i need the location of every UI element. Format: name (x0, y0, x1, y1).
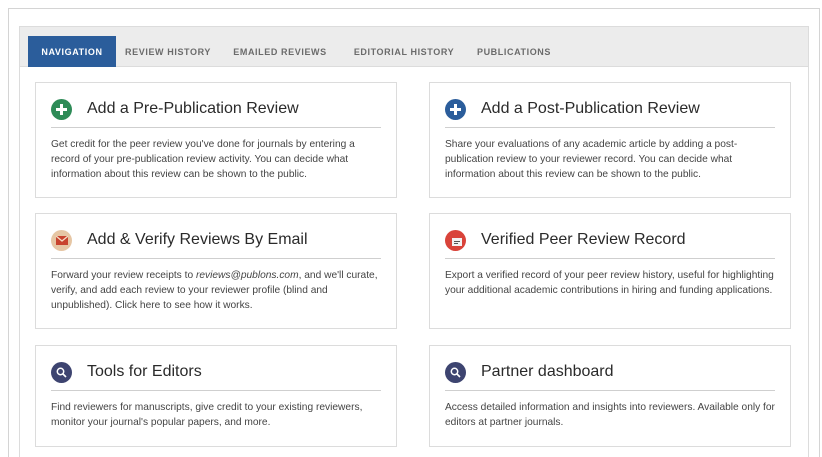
pre-publication-review-card[interactable]: Add a Pre-Publication Review Get credit … (35, 82, 397, 198)
card-description: Forward your review receipts to reviews@… (51, 268, 384, 313)
card-description: Share your evaluations of any academic a… (445, 139, 738, 180)
card-header: Add a Post-Publication Review (445, 96, 775, 128)
card-title[interactable]: Add a Post-Publication Review (481, 100, 700, 118)
description-text: Forward your review receipts to (51, 270, 196, 281)
tab-navigation[interactable]: NAVIGATION (28, 36, 116, 67)
search-icon (445, 362, 466, 383)
card-title[interactable]: Partner dashboard (481, 363, 614, 381)
tab-bar: NAVIGATION REVIEW HISTORY EMAILED REVIEW… (20, 27, 808, 67)
email-reviews-card[interactable]: Add & Verify Reviews By Email Forward yo… (35, 213, 397, 329)
plus-circle-icon (51, 99, 72, 120)
partner-dashboard-card[interactable]: Partner dashboard Access detailed inform… (429, 345, 791, 447)
card-description: Get credit for the peer review you've do… (51, 139, 355, 180)
card-header: Verified Peer Review Record (445, 227, 775, 259)
tab-review-history[interactable]: REVIEW HISTORY (125, 36, 210, 67)
envelope-icon (51, 230, 72, 251)
editor-tools-card[interactable]: Tools for Editors Find reviewers for man… (35, 345, 397, 447)
card-title[interactable]: Add a Pre-Publication Review (87, 100, 299, 118)
verified-record-card[interactable]: Verified Peer Review Record Export a ver… (429, 213, 791, 329)
email-address-link[interactable]: reviews@publons.com (196, 270, 299, 281)
card-title[interactable]: Tools for Editors (87, 363, 202, 381)
card-title[interactable]: Add & Verify Reviews By Email (87, 231, 308, 249)
card-header: Tools for Editors (51, 359, 381, 391)
card-header: Add a Pre-Publication Review (51, 96, 381, 128)
plus-circle-icon (445, 99, 466, 120)
tab-publications[interactable]: PUBLICATIONS (476, 36, 552, 67)
card-header: Add & Verify Reviews By Email (51, 227, 381, 259)
card-description: Find reviewers for manuscripts, give cre… (51, 402, 363, 428)
card-description: Access detailed information and insights… (445, 402, 775, 428)
certificate-icon (445, 230, 466, 251)
search-icon (51, 362, 72, 383)
card-description: Export a verified record of your peer re… (445, 270, 774, 296)
post-publication-review-card[interactable]: Add a Post-Publication Review Share your… (429, 82, 791, 198)
tab-editorial-history[interactable]: EDITORIAL HISTORY (354, 36, 454, 67)
card-header: Partner dashboard (445, 359, 775, 391)
card-title[interactable]: Verified Peer Review Record (481, 231, 686, 249)
tab-emailed-reviews[interactable]: EMAILED REVIEWS (233, 36, 326, 67)
